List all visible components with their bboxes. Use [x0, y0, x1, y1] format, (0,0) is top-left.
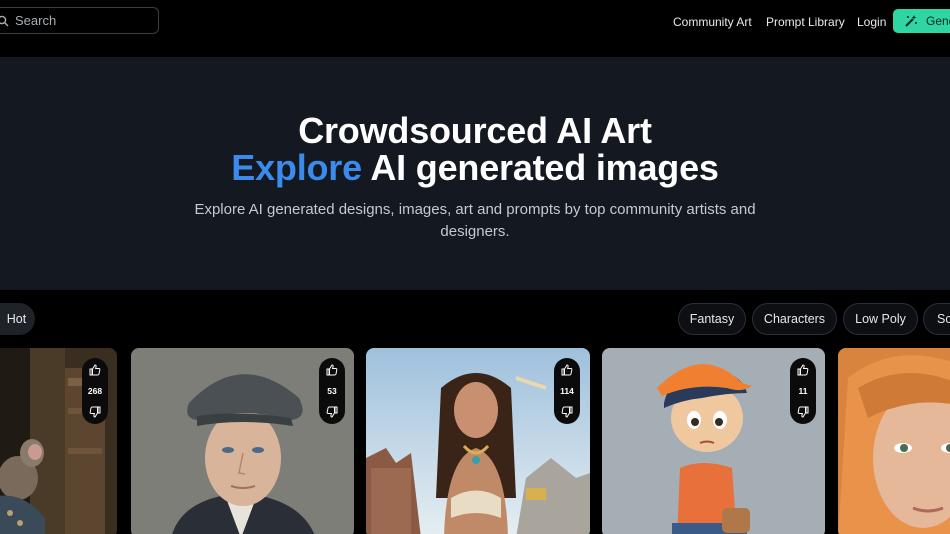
gallery-card[interactable]: 53	[131, 348, 354, 534]
gallery-card[interactable]	[838, 348, 950, 534]
magic-wand-icon	[905, 15, 917, 27]
nav-link-community-art[interactable]: Community Art	[673, 15, 752, 29]
hero-description: Explore AI generated designs, images, ar…	[194, 201, 756, 240]
sort-label: Hot	[6, 312, 27, 326]
category-chip-low-poly[interactable]: Low Poly	[843, 303, 918, 335]
thumbs-up-icon[interactable]	[561, 364, 573, 376]
search-icon	[0, 15, 9, 26]
search-input[interactable]: Search	[0, 7, 159, 34]
gallery-card[interactable]: 268	[0, 348, 117, 534]
hero-accent-word: Explore	[231, 147, 362, 188]
thumbs-up-icon[interactable]	[89, 364, 101, 376]
thumbs-down-icon[interactable]	[561, 406, 573, 418]
vote-widget: 53	[319, 358, 345, 424]
gallery-card[interactable]: 11	[602, 348, 825, 534]
vote-widget: 114	[554, 358, 580, 424]
thumbs-up-icon[interactable]	[326, 364, 338, 376]
category-chip-fantasy[interactable]: Fantasy	[678, 303, 746, 335]
gallery-card[interactable]: 114	[366, 348, 590, 534]
thumbs-down-icon[interactable]	[797, 406, 809, 418]
artwork-image	[838, 348, 950, 534]
top-navbar: Search Community Art Prompt Library Logi…	[0, 0, 950, 46]
nav-link-prompt-library[interactable]: Prompt Library	[766, 15, 845, 29]
thumbs-down-icon[interactable]	[89, 406, 101, 418]
hero-subtitle-heading: Explore AI generated images	[0, 147, 950, 189]
sort-hot-chip[interactable]: Hot	[0, 303, 35, 335]
nav-link-login[interactable]: Login	[857, 15, 886, 29]
hero-title: Crowdsourced AI Art	[298, 110, 652, 151]
vote-count: 11	[798, 386, 808, 396]
thumbs-down-icon[interactable]	[326, 406, 338, 418]
search-placeholder: Search	[15, 13, 57, 28]
vote-count: 53	[327, 386, 337, 396]
thumbs-up-icon[interactable]	[797, 364, 809, 376]
hero-section: Crowdsourced AI Art Explore AI generated…	[0, 57, 950, 290]
category-chip-sci-fi[interactable]: Sc	[923, 303, 950, 335]
vote-count: 268	[87, 386, 103, 396]
generate-button[interactable]: Gene	[893, 9, 950, 33]
hero-heading-rest: AI generated images	[361, 147, 719, 188]
vote-widget: 11	[790, 358, 816, 424]
category-chip-characters[interactable]: Characters	[752, 303, 837, 335]
generate-label: Gene	[926, 14, 950, 28]
vote-count: 114	[560, 386, 574, 396]
vote-widget: 268	[82, 358, 108, 424]
